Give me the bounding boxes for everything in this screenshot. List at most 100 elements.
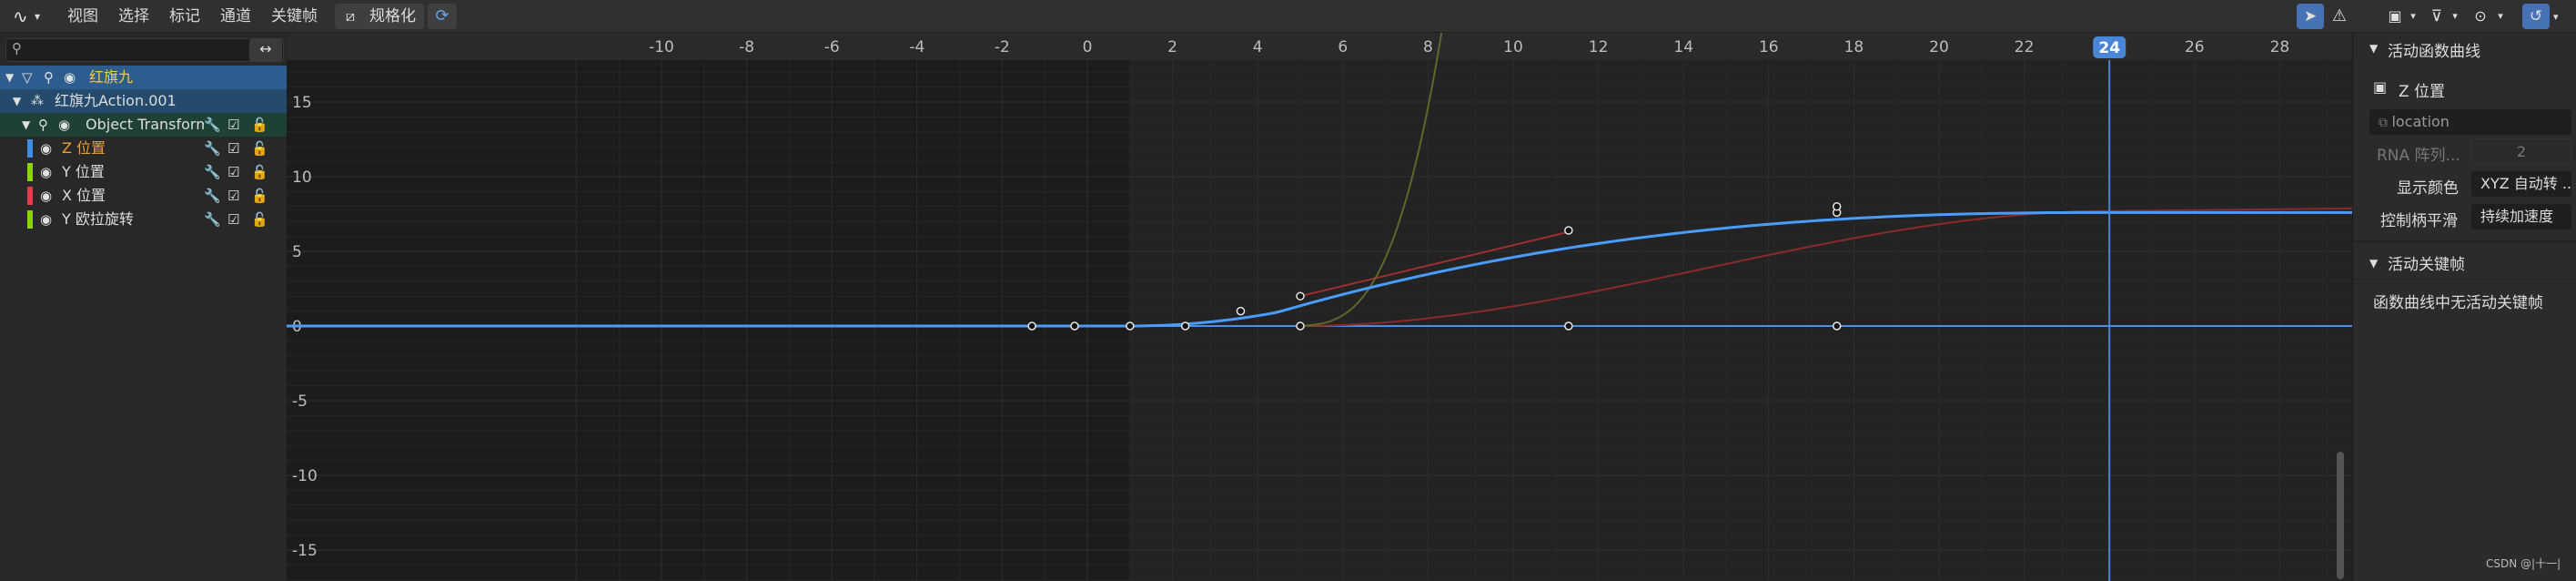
collapse-arrow-icon[interactable]: ▼: [2369, 42, 2378, 55]
chevron-down-icon[interactable]: ▾: [2553, 11, 2559, 23]
wrench-icon[interactable]: 🔧: [204, 184, 221, 208]
wrench-icon[interactable]: 🔧: [204, 137, 221, 160]
keyframe-point[interactable]: [1832, 321, 1842, 331]
lock-icon[interactable]: 🔓: [251, 113, 268, 137]
out-of-range-region: [287, 60, 1130, 581]
object-row[interactable]: ▼ ▽ ⚲ ◉ 红旗九: [0, 66, 287, 89]
action-icon: ⁂: [31, 94, 44, 108]
wrench-icon[interactable]: 🔧: [204, 160, 221, 184]
x-tick-label: 14: [1673, 38, 1693, 56]
menu-marker[interactable]: 标记: [169, 0, 200, 33]
section-active-keyframe-title[interactable]: 活动关键帧: [2388, 251, 2465, 274]
group-name: Object Transform: [86, 116, 204, 133]
wrench-icon[interactable]: 🔧: [204, 113, 221, 137]
handle-smoothing-dropdown[interactable]: 持续加速度: [2471, 204, 2571, 229]
eye-icon[interactable]: ◉: [40, 160, 52, 184]
channel-row[interactable]: ◉ Y 位置 🔧 ☑ 🔓: [0, 160, 287, 184]
search-icon: ⚲: [12, 40, 22, 56]
show-errors-button[interactable]: ⚠: [2326, 4, 2353, 29]
x-tick-label: -4: [909, 38, 924, 56]
keyframe-point[interactable]: [1180, 321, 1190, 331]
vertical-scrollbar[interactable]: [2337, 452, 2344, 579]
eye-icon[interactable]: ◉: [40, 137, 52, 160]
lock-icon[interactable]: 🔓: [251, 160, 268, 184]
display-color-dropdown[interactable]: XYZ 自动转 ...: [2471, 171, 2571, 197]
eye-icon[interactable]: ◉: [58, 113, 70, 137]
keyframe-point[interactable]: [1296, 291, 1305, 301]
y-tick-label: 15: [292, 94, 312, 112]
wrench-icon[interactable]: 🔧: [204, 208, 221, 231]
checkbox-icon[interactable]: ☑: [227, 208, 239, 231]
x-tick-label: -2: [995, 38, 1010, 56]
collapse-arrow-icon[interactable]: ▼: [2369, 257, 2378, 270]
lock-icon[interactable]: 🔓: [251, 208, 268, 231]
y-tick-label: 5: [292, 243, 302, 261]
x-tick-label: 12: [1589, 38, 1609, 56]
pin-icon[interactable]: ⚲: [38, 113, 48, 137]
auto-normalize-button[interactable]: ⟳: [428, 4, 457, 29]
x-tick-label: 10: [1503, 38, 1523, 56]
only-selected-button[interactable]: ➤: [2297, 4, 2324, 29]
action-row[interactable]: ▼ ⁂ 红旗九Action.001: [0, 89, 287, 113]
editor-type-button[interactable]: ∿ ▾: [5, 4, 51, 29]
menu-view[interactable]: 视图: [67, 0, 98, 33]
x-tick-label: -10: [649, 38, 674, 56]
auto-snapping-button[interactable]: ↺: [2522, 4, 2550, 29]
pivot-point-button[interactable]: ⊙ ▾: [2468, 4, 2517, 29]
lock-icon[interactable]: 🔓: [251, 137, 268, 160]
display-color-label: 显示颜色: [2397, 179, 2459, 198]
chevron-down-icon: ▾: [2452, 10, 2458, 22]
section-active-fcurve-title[interactable]: 活动函数曲线: [2388, 38, 2480, 61]
eye-icon[interactable]: ◉: [40, 208, 52, 231]
checkbox-icon[interactable]: ☑: [227, 137, 239, 160]
group-row[interactable]: ▼ ⚲ ◉ Object Transform 🔧 ☑ 🔓: [0, 113, 287, 137]
graph-view[interactable]: -10-8-6-4-202468101214161820222426283032…: [287, 33, 2352, 581]
keyframe-point[interactable]: [1236, 306, 1246, 316]
frame-ruler[interactable]: [287, 33, 2352, 60]
rna-index-field[interactable]: 2: [2471, 138, 2571, 164]
channel-color-swatch: [27, 163, 33, 181]
menu-key[interactable]: 关键帧: [271, 0, 318, 33]
keyframe-point[interactable]: [1027, 321, 1036, 331]
x-tick-label: -6: [824, 38, 840, 56]
keyframe-point[interactable]: [1296, 321, 1305, 331]
keyframe-point[interactable]: [1564, 321, 1573, 331]
channel-list: ⚲ ↔ ▼ ▽ ⚲ ◉ 红旗九 ▼ ⁂ 红旗九Action.001 ▼ ⚲ ◉ …: [0, 33, 287, 581]
collapse-arrow-icon[interactable]: ▼: [22, 113, 30, 137]
channel-color-swatch: [27, 210, 33, 229]
keyframe-point[interactable]: [1126, 321, 1135, 331]
checkbox-icon[interactable]: ☑: [227, 184, 239, 208]
keyframe-point[interactable]: [1070, 321, 1079, 331]
x-tick-label: 4: [1253, 38, 1263, 56]
channel-row[interactable]: ◉ Z 位置 🔧 ☑ 🔓: [0, 137, 287, 160]
channel-row[interactable]: ◉ X 位置 🔧 ☑ 🔓: [0, 184, 287, 208]
filter-button[interactable]: ⊽ ▾: [2424, 4, 2464, 29]
x-tick-label: 2: [1167, 38, 1177, 56]
channel-color-swatch: [27, 187, 33, 205]
lock-icon[interactable]: 🔓: [251, 184, 268, 208]
channel-search-input[interactable]: ⚲: [5, 38, 284, 62]
eye-icon[interactable]: ◉: [64, 66, 76, 89]
collapse-arrow-icon[interactable]: ▼: [5, 66, 14, 89]
channel-icon: ▣: [2373, 78, 2388, 96]
keyframe-point[interactable]: [1832, 202, 1842, 211]
menu-select[interactable]: 选择: [118, 0, 149, 33]
view-mode-button[interactable]: ▣ ▾: [2382, 4, 2422, 29]
channel-row[interactable]: ◉ Y 欧拉旋转 🔧 ☑ 🔓: [0, 208, 287, 231]
channel-name: Y 位置: [62, 163, 105, 180]
checkbox-icon[interactable]: ☑: [227, 113, 239, 137]
pin-icon[interactable]: ⚲: [44, 66, 54, 89]
x-tick-label: 8: [1423, 38, 1433, 56]
chevron-down-icon: ▾: [2410, 10, 2416, 22]
keyframe-point[interactable]: [1564, 226, 1573, 235]
expand-width-button[interactable]: ↔: [249, 38, 282, 62]
checkbox-icon[interactable]: ☑: [227, 160, 239, 184]
channel-name: Z 位置: [62, 139, 106, 157]
eye-icon[interactable]: ◉: [40, 184, 52, 208]
graph-canvas[interactable]: -10-8-6-4-202468101214161820222426283032…: [287, 33, 2352, 581]
menu-channel[interactable]: 通道: [220, 0, 251, 33]
collapse-arrow-icon[interactable]: ▼: [13, 89, 21, 113]
rna-path-field[interactable]: ⧉ location: [2369, 109, 2571, 135]
sidebar-panel: ▼ 活动函数曲线 ▣ Z 位置 ⧉ location RNA 阵列... 2 显…: [2352, 33, 2576, 581]
normalize-toggle[interactable]: ⧄ 规格化: [335, 4, 424, 29]
